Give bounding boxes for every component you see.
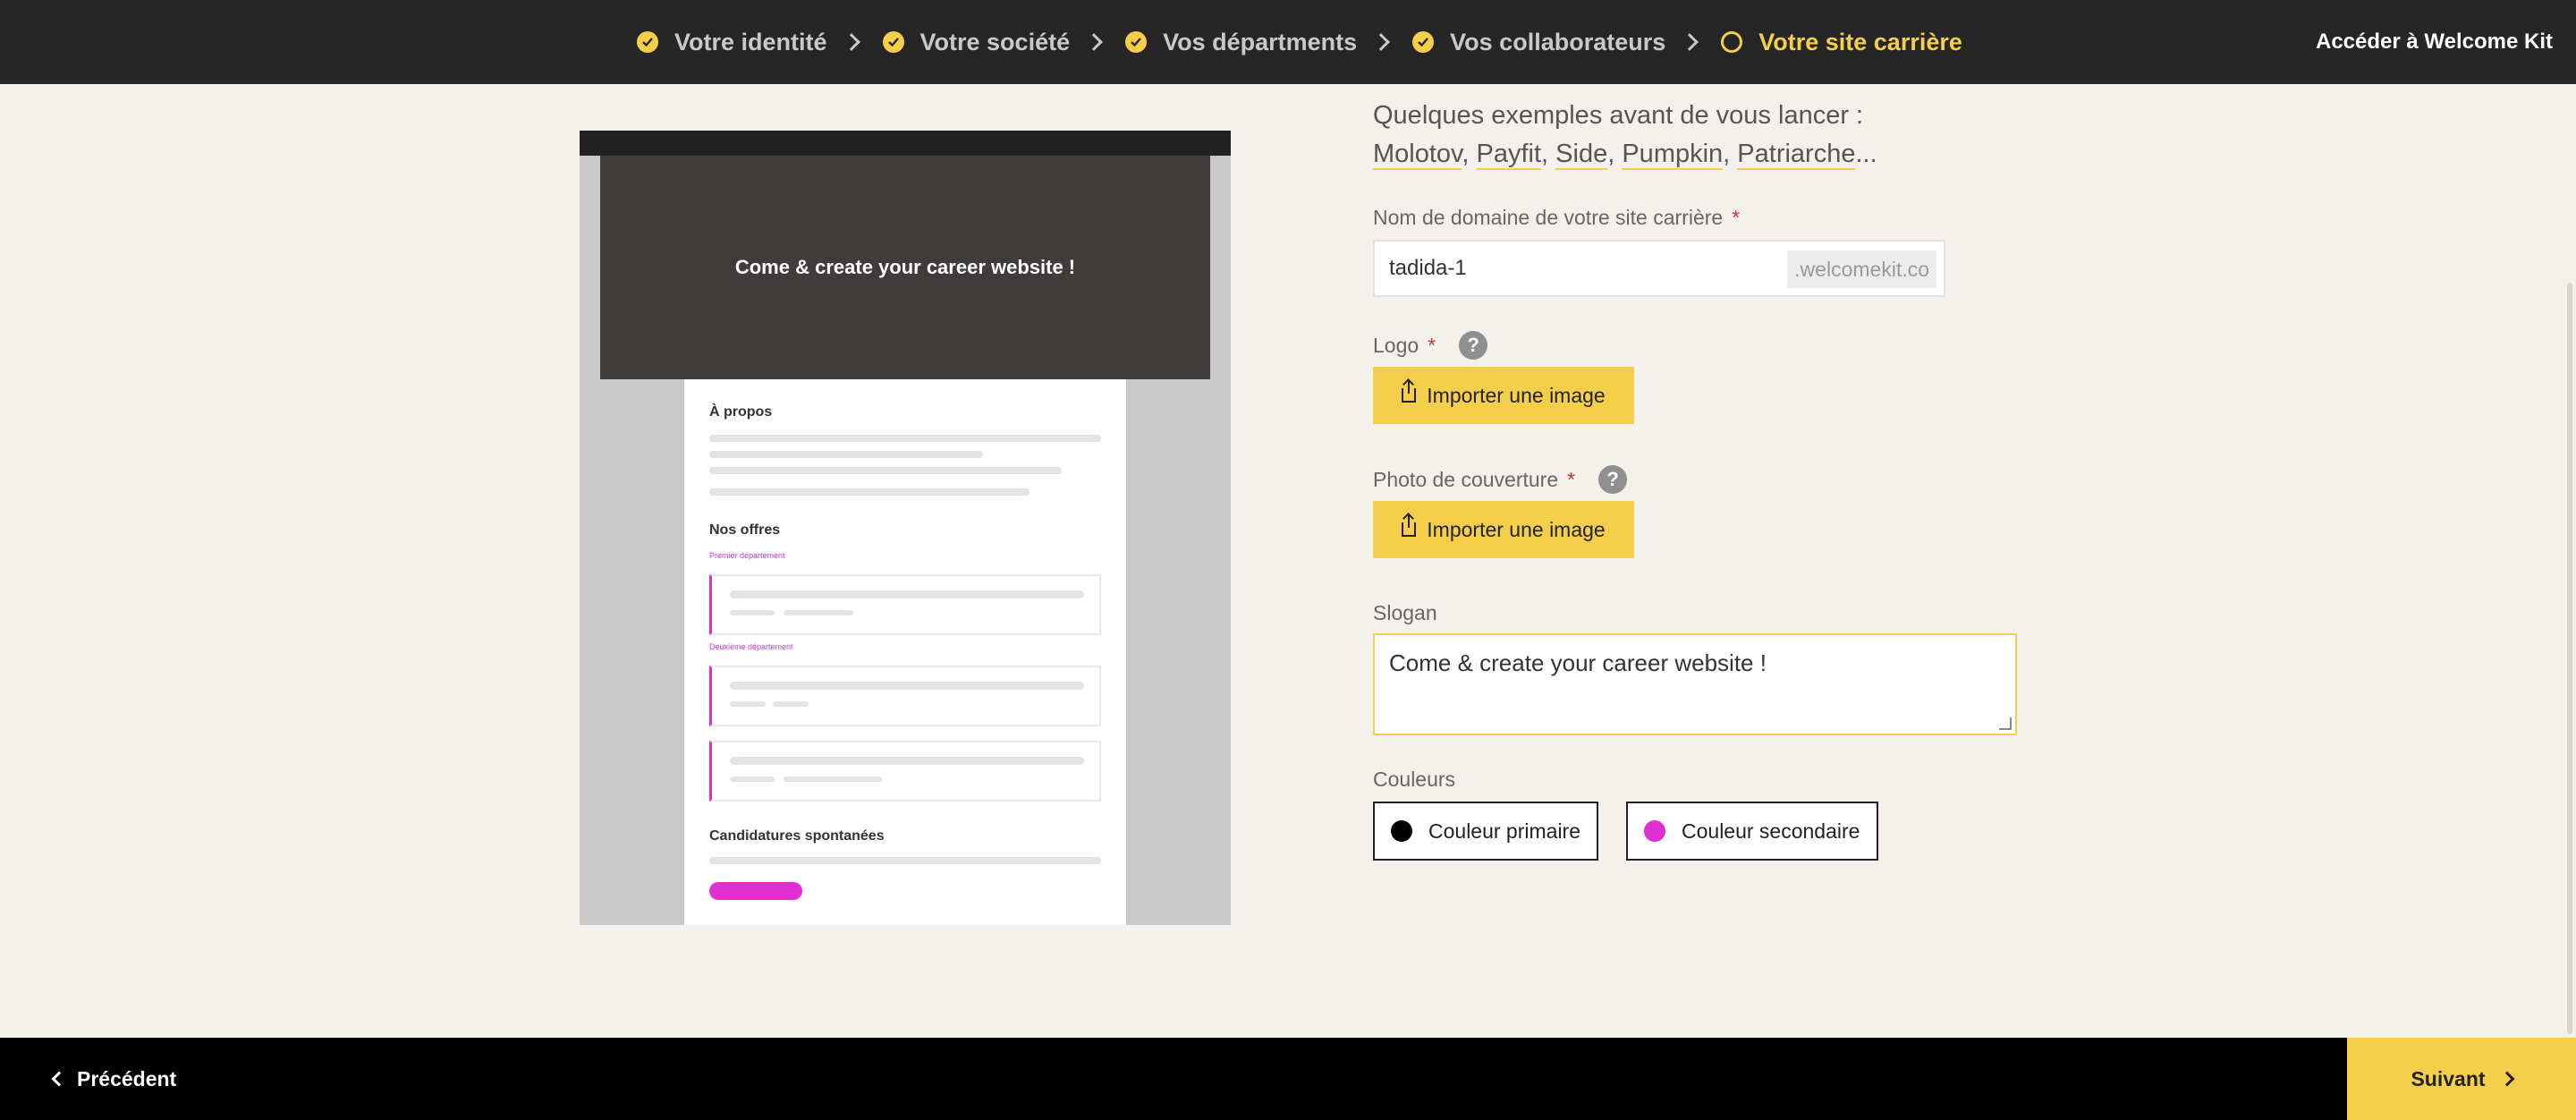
upload-icon	[1402, 381, 1417, 403]
step-label: Votre société	[919, 28, 1071, 55]
previous-button[interactable]: Précédent	[51, 1038, 177, 1120]
placeholder-line	[709, 857, 1101, 864]
examples-intro: Quelques exemples avant de vous lancer :	[1373, 101, 1864, 130]
check-icon	[1125, 31, 1148, 53]
previous-label: Précédent	[77, 1066, 177, 1090]
upload-label: Importer une image	[1427, 383, 1606, 407]
primary-color-swatch	[1391, 820, 1412, 842]
next-button[interactable]: Suivant	[2347, 1038, 2576, 1120]
preview-hero-text: Come & create your career website !	[734, 256, 1076, 278]
check-icon	[1412, 31, 1435, 53]
required-mark: *	[1428, 333, 1436, 357]
slogan-label: Slogan	[1373, 601, 1437, 625]
secondary-color-label: Couleur secondaire	[1682, 819, 1860, 843]
preview-offers-title: Nos offres	[709, 522, 781, 538]
check-icon	[882, 31, 904, 53]
chevron-right-icon	[842, 33, 860, 51]
logo-label: Logo * ?	[1373, 331, 1488, 360]
check-icon	[637, 31, 658, 53]
domain-label-text: Nom de domaine de votre site carrière	[1373, 206, 1724, 229]
preview-about-title: À propos	[709, 404, 773, 420]
domain-input[interactable]	[1389, 242, 1783, 295]
secondary-color-swatch	[1644, 820, 1665, 842]
primary-color-label: Couleur primaire	[1428, 819, 1581, 843]
placeholder-line	[709, 467, 1062, 474]
step-collaborators[interactable]: Vos collaborateurs	[1412, 29, 1665, 56]
examples-ellipsis: ...	[1855, 140, 1877, 168]
top-navigation-bar: Votre identité Votre société Vos départm…	[0, 0, 2576, 84]
stepper: Votre identité Votre société Vos départm…	[637, 0, 1962, 84]
cover-upload-button[interactable]: Importer une image	[1373, 501, 1634, 558]
next-label: Suivant	[2411, 1066, 2486, 1090]
step-departments[interactable]: Vos départments	[1125, 29, 1357, 56]
required-mark: *	[1732, 206, 1741, 229]
step-career-site[interactable]: Votre site carrière	[1721, 29, 1962, 56]
example-link-payfit[interactable]: Payfit	[1476, 140, 1542, 170]
preview-dept-label: Premier département	[709, 551, 785, 560]
step-label: Vos collaborateurs	[1450, 28, 1666, 55]
preview-apply-button	[709, 882, 802, 900]
preview-spontaneous-title: Candidatures spontanées	[709, 828, 885, 844]
required-mark: *	[1567, 467, 1576, 491]
page-scrollbar[interactable]	[2567, 283, 2572, 1034]
slogan-label-text: Slogan	[1373, 601, 1437, 624]
upload-icon	[1402, 515, 1417, 537]
example-link-patriarche[interactable]: Patriarche	[1737, 140, 1856, 170]
chevron-right-icon	[2499, 1071, 2515, 1087]
slogan-textarea[interactable]: Come & create your career website !	[1375, 635, 2015, 734]
cover-label: Photo de couverture * ?	[1373, 465, 1628, 494]
step-label: Votre identité	[674, 28, 827, 55]
resize-handle-icon[interactable]	[1999, 717, 2012, 730]
placeholder-line	[709, 435, 1101, 442]
chevron-right-icon	[1085, 33, 1104, 51]
examples-text: Quelques exemples avant de vous lancer :…	[1373, 101, 1877, 170]
career-site-preview: Come & create your career website ! À pr…	[580, 131, 1231, 925]
chevron-left-icon	[51, 1071, 67, 1087]
primary-color-button[interactable]: Couleur primaire	[1373, 802, 1598, 861]
step-label: Votre site carrière	[1758, 28, 1962, 55]
colors-label: Couleurs	[1373, 768, 1455, 792]
help-icon[interactable]: ?	[1459, 331, 1488, 360]
slogan-field: Come & create your career website !	[1373, 633, 2017, 735]
upload-label: Importer une image	[1427, 517, 1606, 541]
bottom-navigation-bar: Précédent Suivant	[0, 1038, 2576, 1120]
preview-header-bar	[580, 131, 1231, 156]
colors-label-text: Couleurs	[1373, 768, 1456, 791]
logo-upload-button[interactable]: Importer une image	[1373, 367, 1634, 424]
cover-label-text: Photo de couverture	[1373, 467, 1559, 491]
placeholder-line	[709, 451, 983, 458]
domain-label: Nom de domaine de votre site carrière *	[1373, 206, 1740, 230]
logo-label-text: Logo	[1373, 333, 1419, 357]
step-label: Vos départments	[1163, 28, 1358, 55]
circle-icon	[1721, 31, 1743, 53]
preview-offer-card	[709, 574, 1101, 635]
domain-field: .welcomekit.co	[1373, 240, 1945, 297]
example-link-molotov[interactable]: Molotov	[1373, 140, 1462, 170]
domain-suffix: .welcomekit.co	[1787, 250, 1936, 288]
preview-dept-label: Deuxième département	[709, 642, 793, 651]
placeholder-line	[709, 488, 1030, 496]
chevron-right-icon	[1681, 33, 1699, 51]
preview-hero: Come & create your career website !	[600, 156, 1210, 379]
step-identity[interactable]: Votre identité	[637, 29, 827, 56]
chevron-right-icon	[1372, 33, 1391, 51]
welcome-kit-link[interactable]: Accéder à Welcome Kit	[2316, 0, 2553, 84]
example-link-side[interactable]: Side	[1555, 140, 1608, 170]
help-icon[interactable]: ?	[1598, 465, 1628, 494]
step-company[interactable]: Votre société	[882, 28, 1071, 56]
example-link-pumpkin[interactable]: Pumpkin	[1622, 140, 1724, 170]
preview-content-sheet: À propos Nos offres Premier département …	[684, 379, 1126, 925]
preview-offer-card	[709, 666, 1101, 726]
preview-offer-card	[709, 741, 1101, 802]
secondary-color-button[interactable]: Couleur secondaire	[1626, 802, 1878, 861]
